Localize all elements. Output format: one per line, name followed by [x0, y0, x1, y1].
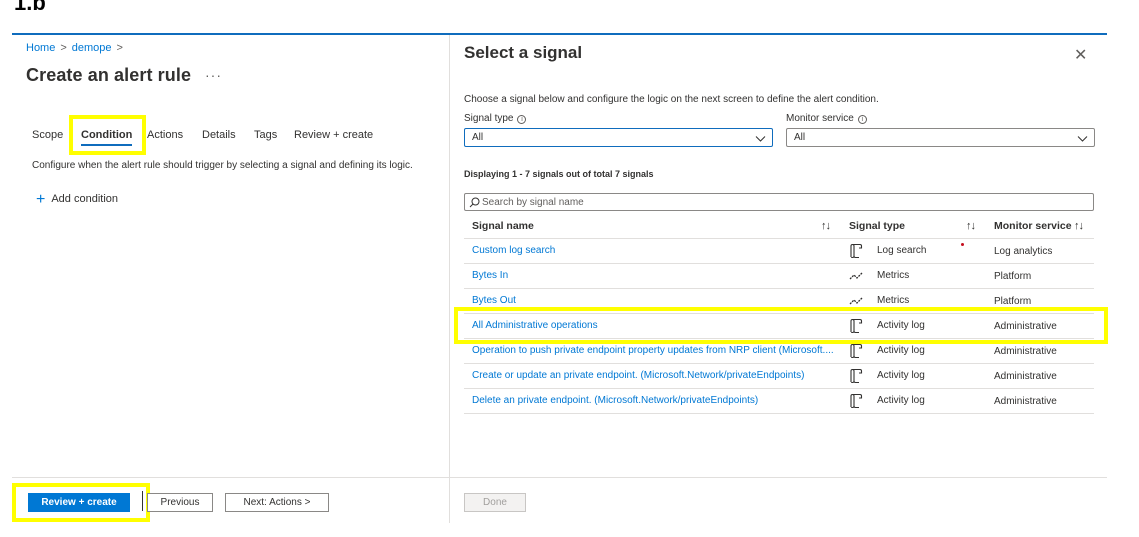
- tab-review-create[interactable]: Review + create: [294, 129, 373, 141]
- monitor-service-cell: Administrative: [994, 396, 1057, 407]
- breadcrumb-home[interactable]: Home: [26, 42, 55, 54]
- signal-type-value: All: [472, 132, 484, 143]
- add-condition-label: Add condition: [51, 193, 119, 205]
- signal-name-link[interactable]: Bytes In: [472, 270, 842, 281]
- blade-description: Choose a signal below and configure the …: [464, 94, 879, 105]
- chevron-down-icon: [1077, 136, 1088, 142]
- column-header-monitor-service[interactable]: Monitor service: [994, 220, 1072, 232]
- info-icon[interactable]: i: [517, 115, 527, 124]
- sort-arrows-icon[interactable]: ↑↓: [966, 220, 976, 232]
- sort-arrows-icon[interactable]: ↑↓: [1074, 220, 1084, 232]
- monitor-service-cell: Administrative: [994, 371, 1057, 382]
- table-row[interactable]: Create or update an private endpoint. (M…: [464, 364, 1094, 389]
- monitor-service-cell: Platform: [994, 271, 1032, 282]
- chevron-down-icon: [755, 136, 766, 142]
- tab-actions[interactable]: Actions: [147, 129, 183, 141]
- metrics-icon: [849, 272, 863, 280]
- add-condition-button[interactable]: + Add condition: [36, 190, 119, 208]
- breadcrumb-separator: >: [60, 42, 67, 54]
- signal-name-link[interactable]: Operation to push private endpoint prope…: [472, 345, 842, 356]
- sort-arrows-icon[interactable]: ↑↓: [821, 220, 831, 232]
- signal-type-cell: Activity log: [877, 370, 925, 381]
- close-icon[interactable]: ✕: [1074, 45, 1087, 65]
- status-dot: [961, 243, 964, 246]
- tab-details[interactable]: Details: [202, 129, 236, 141]
- breadcrumb-separator: >: [116, 42, 123, 54]
- monitor-service-label: Monitor service i: [786, 113, 867, 124]
- select-signal-blade: Select a signal ✕ Choose a signal below …: [450, 35, 1107, 523]
- column-header-signal-name[interactable]: Signal name: [472, 220, 534, 232]
- breadcrumb: Home > demope >: [26, 42, 128, 54]
- search-icon: [469, 197, 480, 208]
- signal-name-link[interactable]: Create or update an private endpoint. (M…: [472, 370, 842, 381]
- footer-divider: [450, 477, 1107, 478]
- signal-type-cell: Metrics: [877, 270, 910, 281]
- done-button[interactable]: Done: [464, 493, 526, 512]
- step-label: 1.b: [14, 0, 46, 15]
- signal-name-link[interactable]: Bytes Out: [472, 295, 842, 306]
- search-placeholder: Search by signal name: [482, 196, 584, 208]
- signal-type-cell: Metrics: [877, 295, 910, 306]
- column-header-signal-type[interactable]: Signal type: [849, 220, 905, 232]
- signal-name-link[interactable]: Delete an private endpoint. (Microsoft.N…: [472, 395, 842, 406]
- activity-log-icon: [850, 393, 863, 409]
- monitor-service-cell: Log analytics: [994, 246, 1053, 257]
- signal-search-input[interactable]: Search by signal name: [464, 193, 1094, 211]
- activity-log-icon: [850, 368, 863, 384]
- button-separator: [142, 491, 143, 511]
- selected-row-highlight: [454, 307, 1108, 344]
- monitor-service-label-text: Monitor service: [786, 113, 854, 124]
- more-options-icon[interactable]: ···: [205, 67, 222, 83]
- monitor-service-value: All: [794, 132, 806, 143]
- plus-icon: +: [36, 190, 46, 208]
- table-row[interactable]: Delete an private endpoint. (Microsoft.N…: [464, 389, 1094, 414]
- info-icon[interactable]: i: [857, 115, 867, 124]
- page-title: Create an alert rule: [26, 65, 192, 85]
- signal-type-label: Signal type i: [464, 113, 527, 124]
- monitor-service-cell: Platform: [994, 296, 1032, 307]
- activity-log-icon: [850, 343, 863, 359]
- condition-description: Configure when the alert rule should tri…: [32, 160, 413, 171]
- tab-scope[interactable]: Scope: [32, 129, 63, 141]
- breadcrumb-demope[interactable]: demope: [72, 42, 112, 54]
- signal-type-label-text: Signal type: [464, 113, 514, 124]
- tab-tags[interactable]: Tags: [254, 129, 277, 141]
- next-actions-button[interactable]: Next: Actions >: [225, 493, 329, 512]
- signal-type-cell: Activity log: [877, 345, 925, 356]
- table-row[interactable]: Bytes In Metrics Platform: [464, 264, 1094, 289]
- monitor-service-dropdown[interactable]: All: [786, 128, 1095, 147]
- monitor-service-cell: Administrative: [994, 346, 1057, 357]
- signal-type-cell: Log search: [877, 245, 927, 256]
- previous-button[interactable]: Previous: [147, 493, 213, 512]
- create-alert-rule-pane: Home > demope > Create an alert rule ··· Sc…: [12, 35, 449, 523]
- condition-tab-highlight: [69, 115, 146, 155]
- result-count: Displaying 1 - 7 signals out of total 7 …: [464, 169, 654, 179]
- signal-name-link[interactable]: Custom log search: [472, 245, 842, 256]
- table-row[interactable]: Custom log search Log search Log analyti…: [464, 239, 1094, 264]
- signal-type-cell: Activity log: [877, 395, 925, 406]
- signal-type-dropdown[interactable]: All: [464, 128, 773, 147]
- blade-title: Select a signal: [464, 43, 583, 62]
- log-search-icon: [850, 243, 863, 259]
- footer-divider: [12, 477, 449, 478]
- review-create-button[interactable]: Review + create: [28, 493, 130, 512]
